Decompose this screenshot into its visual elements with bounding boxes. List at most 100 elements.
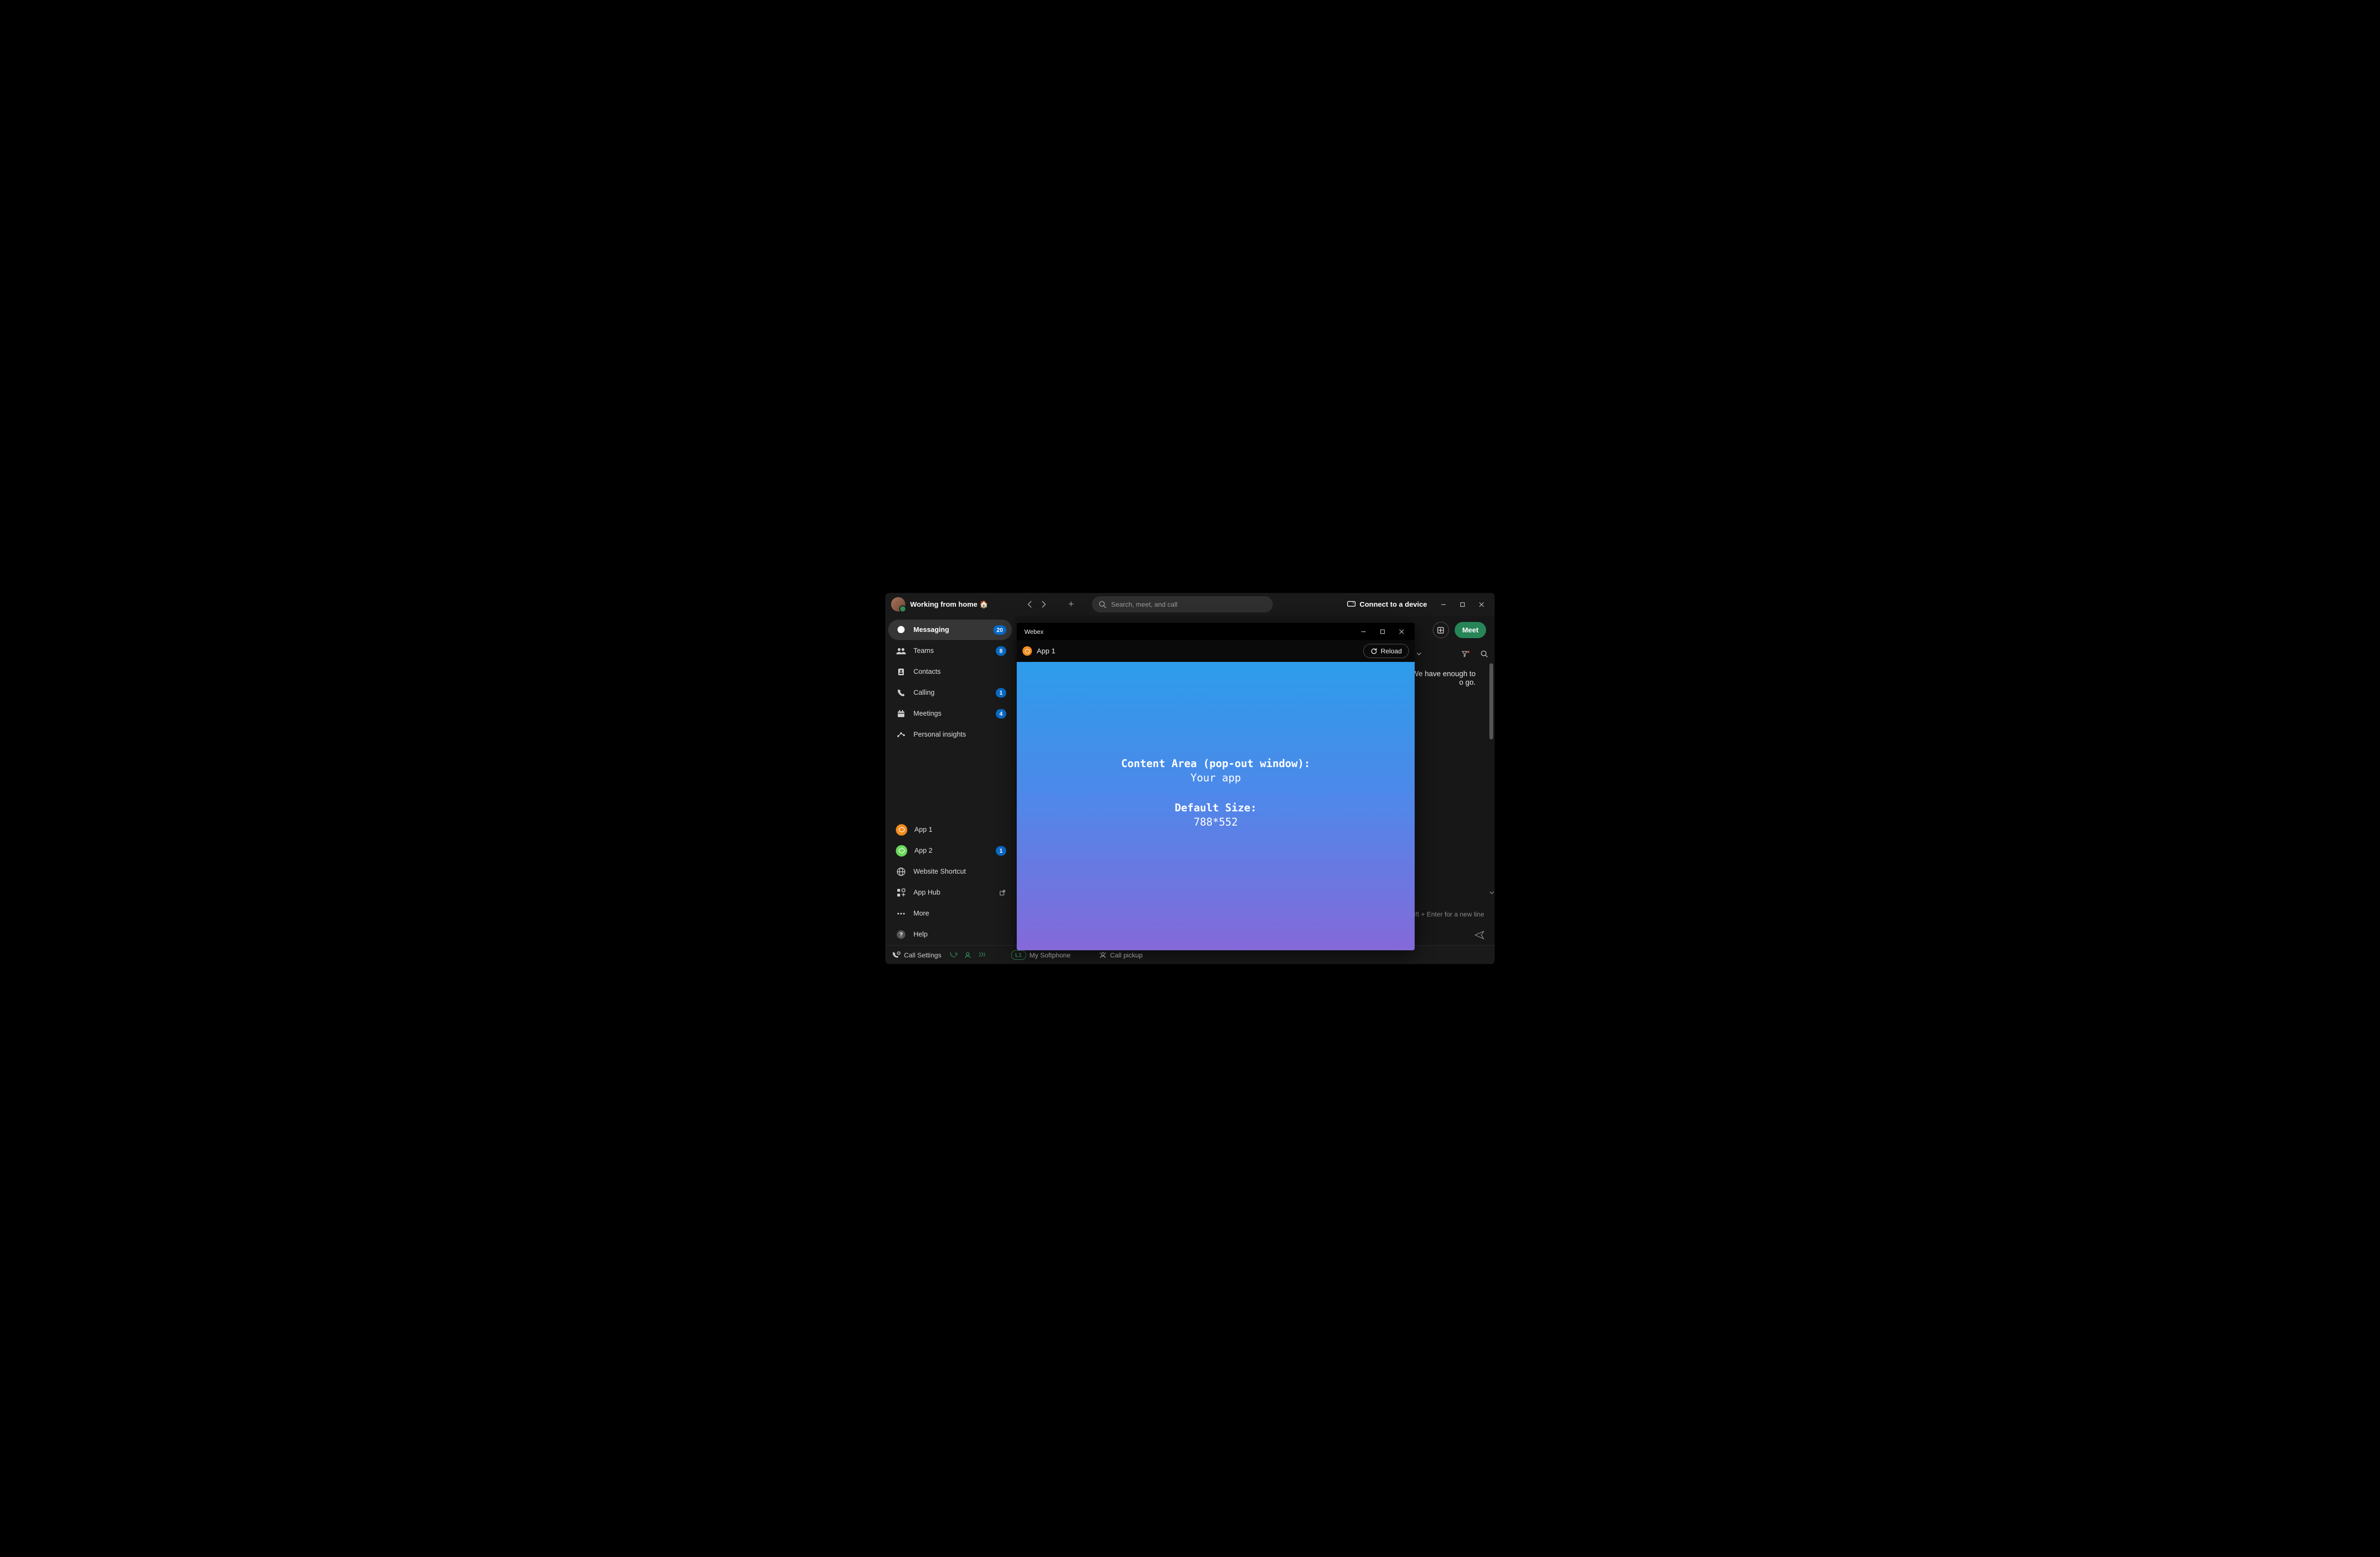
nav-arrows: + <box>1027 599 1076 610</box>
search-in-space-icon[interactable] <box>1480 650 1488 658</box>
sidebar-help-label: Help <box>913 931 1006 938</box>
avatar[interactable] <box>891 597 905 611</box>
messaging-icon <box>896 625 906 635</box>
content-heading: Content Area (pop-out window): <box>1121 757 1310 771</box>
call-settings-label: Call Settings <box>904 951 942 959</box>
sidebar-item-meetings[interactable]: Meetings 4 <box>888 703 1012 724</box>
app-window: Working from home 🏠 + Search, meet, and … <box>885 593 1495 964</box>
popout-close-button[interactable] <box>1392 624 1411 639</box>
sidebar-more[interactable]: More <box>888 903 1012 924</box>
sidebar-item-insights[interactable]: Personal insights <box>888 724 1012 745</box>
badge: 4 <box>996 709 1006 719</box>
reload-button[interactable]: Reload <box>1363 644 1409 658</box>
sidebar-app-label: Website Shortcut <box>913 868 1006 876</box>
sidebar-item-label: Calling <box>913 689 989 697</box>
status-text[interactable]: Working from home 🏠 <box>910 600 988 609</box>
popout-button[interactable] <box>1433 622 1449 638</box>
sidebar-app-label: App 1 <box>914 826 1006 834</box>
popout-window: Webex App 1 Reload <box>1017 623 1415 950</box>
scrollbar[interactable] <box>1489 663 1493 739</box>
meet-label: Meet <box>1462 626 1478 634</box>
more-icon <box>896 908 906 919</box>
search-placeholder: Search, meet, and call <box>1111 601 1177 608</box>
scroll-down-icon[interactable] <box>1489 891 1494 895</box>
help-icon: ? <box>896 929 906 940</box>
popout-maximize-button[interactable] <box>1373 624 1392 639</box>
call-status-icons <box>950 952 985 958</box>
compose-hint: Shift + Enter for a new line <box>1406 910 1484 918</box>
sidebar-item-label: Messaging <box>913 626 986 634</box>
sidebar-item-label: Teams <box>913 647 989 655</box>
reload-icon <box>1370 648 1378 655</box>
meetings-icon <box>896 709 906 719</box>
device-icon <box>1347 601 1356 608</box>
popout-titlebar: Webex <box>1017 623 1415 640</box>
popout-content: Content Area (pop-out window): Your app … <box>1017 662 1415 950</box>
svg-text:?: ? <box>899 931 902 938</box>
titlebar: Working from home 🏠 + Search, meet, and … <box>885 593 1495 616</box>
sidebar-website-shortcut[interactable]: Website Shortcut <box>888 861 1012 882</box>
sidebar: Messaging 20 Teams 8 Contacts C <box>885 616 1015 945</box>
popout-app-name: App 1 <box>1037 647 1055 655</box>
badge: 1 <box>996 846 1006 856</box>
popout-header: App 1 Reload <box>1017 640 1415 662</box>
call-pickup-button[interactable]: Call pickup <box>1099 951 1142 959</box>
popout-minimize-button[interactable] <box>1354 624 1373 639</box>
app-icon <box>896 824 907 836</box>
search-input[interactable]: Search, meet, and call <box>1092 596 1273 612</box>
call-forward-icon[interactable] <box>950 952 958 958</box>
presence-icon[interactable] <box>964 952 971 958</box>
sidebar-item-calling[interactable]: Calling 1 <box>888 682 1012 703</box>
globe-icon <box>896 867 906 877</box>
sidebar-app-hub[interactable]: App Hub <box>888 882 1012 903</box>
plus-icon[interactable]: + <box>1066 599 1076 610</box>
badge: 8 <box>996 646 1006 656</box>
sidebar-item-messaging[interactable]: Messaging 20 <box>888 620 1012 640</box>
call-pickup-label: Call pickup <box>1110 951 1142 959</box>
size-heading: Default Size: <box>1175 801 1257 816</box>
filter-icon[interactable] <box>1461 650 1470 658</box>
maximize-button[interactable] <box>1453 597 1472 611</box>
sidebar-item-teams[interactable]: Teams 8 <box>888 641 1012 661</box>
popout-title: Webex <box>1024 628 1043 635</box>
sidebar-app-1[interactable]: App 1 <box>888 819 1012 840</box>
sidebar-app-label: App 2 <box>914 847 989 855</box>
external-link-icon <box>1000 890 1006 896</box>
insights-icon <box>896 729 906 740</box>
content-subheading: Your app <box>1190 771 1241 786</box>
sidebar-app-2[interactable]: App 2 1 <box>888 840 1012 861</box>
badge: 1 <box>996 688 1006 698</box>
line-badge: L1 <box>1011 950 1026 960</box>
softphone-label: My Softphone <box>1030 951 1071 959</box>
sidebar-item-label: Contacts <box>913 668 1006 676</box>
call-settings-button[interactable]: Call Settings <box>892 951 942 959</box>
softphone-selector[interactable]: L1 My Softphone <box>1011 950 1071 960</box>
send-icon[interactable] <box>1475 931 1484 939</box>
back-icon[interactable] <box>1027 601 1037 608</box>
app-icon <box>896 845 907 857</box>
voicemail-icon[interactable] <box>978 952 985 958</box>
contacts-icon <box>896 667 906 677</box>
sidebar-item-label: Meetings <box>913 710 989 718</box>
connect-device-button[interactable]: Connect to a device <box>1345 601 1429 609</box>
sidebar-item-contacts[interactable]: Contacts <box>888 661 1012 682</box>
search-icon <box>1099 601 1106 608</box>
message-text: o go. <box>1459 679 1476 687</box>
sidebar-app-label: App Hub <box>913 889 992 897</box>
teams-icon <box>896 646 906 656</box>
sidebar-item-label: Personal insights <box>913 731 1006 739</box>
connect-device-label: Connect to a device <box>1359 601 1427 609</box>
minimize-button[interactable] <box>1434 597 1453 611</box>
meet-button[interactable]: Meet <box>1455 622 1486 638</box>
app-icon <box>1022 646 1032 656</box>
sidebar-more-label: More <box>913 910 1006 917</box>
forward-icon[interactable] <box>1041 601 1051 608</box>
size-value: 788*552 <box>1194 816 1238 830</box>
badge: 20 <box>993 625 1006 635</box>
sidebar-help[interactable]: ? Help <box>888 924 1012 945</box>
reload-label: Reload <box>1381 647 1402 655</box>
close-button[interactable] <box>1472 597 1491 611</box>
calling-icon <box>896 688 906 698</box>
window-controls <box>1434 597 1491 611</box>
app-hub-icon <box>896 887 906 898</box>
